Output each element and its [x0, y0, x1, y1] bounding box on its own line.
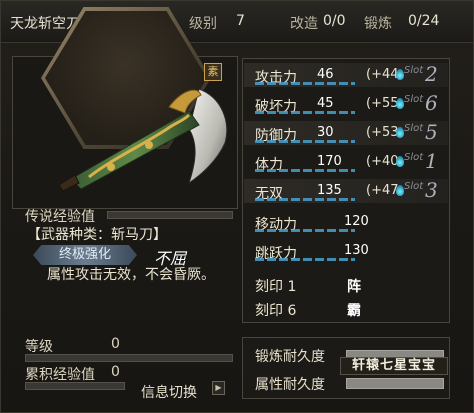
stat-bonus: (+44 — [366, 67, 399, 82]
forge-durability-label: 锻炼耐久度 — [255, 349, 325, 365]
stat-gauge — [255, 169, 355, 172]
weapon-info-window: 天龙斩空刀 级别 7 改造 0/0 锻炼 0/24 素 传说经验值 【武器种类：… — [0, 0, 474, 413]
info-switch-label[interactable]: 信息切换 — [141, 382, 197, 402]
accum-exp-bar — [25, 382, 125, 390]
stat-row-break: 破坏力 45 (+55 Slot 6 — [244, 91, 448, 116]
stat-gauge — [255, 82, 355, 85]
gem-drop-icon — [396, 98, 404, 109]
modify-value: 0/0 — [323, 13, 346, 29]
move-value: 120 — [344, 214, 369, 229]
weapon-level-bar — [25, 354, 233, 362]
attr-durability-bar — [346, 378, 444, 389]
seal-label: 刻印 6 — [255, 303, 297, 319]
stat-bonus: (+47 — [366, 183, 399, 198]
stat-value: 135 — [317, 183, 342, 198]
stat-row-health: 体力 170 (+40 Slot 1 — [244, 149, 448, 174]
stat-row-defense: 防御力 30 (+53 Slot 5 — [244, 120, 448, 145]
seal-row-1: 刻印 1 阵 — [244, 272, 448, 296]
weapon-type: 【武器种类：斩马刀】 — [27, 227, 167, 243]
legend-exp-bar — [107, 211, 233, 219]
stat-gauge — [255, 111, 355, 114]
slot-label: Slot — [404, 123, 424, 134]
info-switch-button[interactable]: ▶ — [212, 381, 225, 395]
seal-label: 刻印 1 — [255, 279, 297, 295]
slot-number: 6 — [425, 91, 438, 115]
slot-label: Slot — [404, 152, 424, 163]
stat-row-attack: 攻击力 46 (+44 Slot 2 — [244, 62, 448, 87]
stat-row-musou: 无双 135 (+47 Slot 3 — [244, 178, 448, 203]
slot-number: 2 — [425, 62, 438, 86]
stat-row-jump: 跳跃力 130 — [244, 239, 448, 263]
gem-drop-icon — [396, 69, 404, 80]
stat-gauge — [255, 140, 355, 143]
forge-value: 0/24 — [408, 13, 440, 29]
weapon-sword-icon — [58, 88, 228, 191]
gem-drop-icon — [396, 156, 404, 167]
weapon-name: 天龙斩空刀 — [10, 16, 80, 32]
slot-label: Slot — [404, 181, 424, 192]
stat-value: 45 — [317, 96, 334, 111]
stat-value: 30 — [317, 125, 334, 140]
engraved-name-tag: 轩辕七星宝宝 — [340, 357, 448, 375]
gem-drop-icon — [396, 127, 404, 138]
slot-label: Slot — [404, 94, 424, 105]
stat-bonus: (+55 — [366, 96, 399, 111]
seal-row-6: 刻印 6 霸 — [244, 296, 448, 320]
stat-value: 170 — [317, 154, 342, 169]
stat-bonus: (+40 — [366, 154, 399, 169]
stat-bonus: (+53 — [366, 125, 399, 140]
weapon-level-value: 0 — [111, 336, 120, 352]
rarity-badge: 素 — [204, 63, 222, 81]
modify-label: 改造 — [290, 16, 318, 32]
slot-number: 1 — [425, 149, 438, 173]
forge-label: 锻炼 — [364, 16, 392, 32]
seal-value: 阵 — [347, 279, 361, 295]
weapon-level-label: 等级 — [25, 339, 53, 355]
level-label: 级别 — [189, 16, 217, 32]
gem-drop-icon — [396, 185, 404, 196]
attr-durability-label: 属性耐久度 — [255, 377, 325, 393]
stat-row-move: 移动力 120 — [244, 210, 448, 234]
accum-exp-value: 0 — [111, 364, 120, 380]
jump-value: 130 — [344, 243, 369, 258]
slot-label: Slot — [404, 65, 424, 76]
stat-gauge — [255, 198, 355, 201]
move-gauge — [255, 229, 355, 232]
ultimate-description: 属性攻击无效，不会昏厥。 — [47, 267, 215, 283]
ultimate-enhance-tag: 终极强化 — [33, 245, 137, 265]
jump-gauge — [255, 258, 355, 261]
accum-exp-label: 累积经验值 — [25, 367, 95, 383]
slot-number: 3 — [425, 178, 438, 202]
legend-exp-label: 传说经验值 — [25, 209, 95, 225]
slot-number: 5 — [425, 120, 438, 144]
level-value: 7 — [236, 13, 245, 29]
seal-value: 霸 — [347, 303, 361, 319]
stat-value: 46 — [317, 67, 334, 82]
